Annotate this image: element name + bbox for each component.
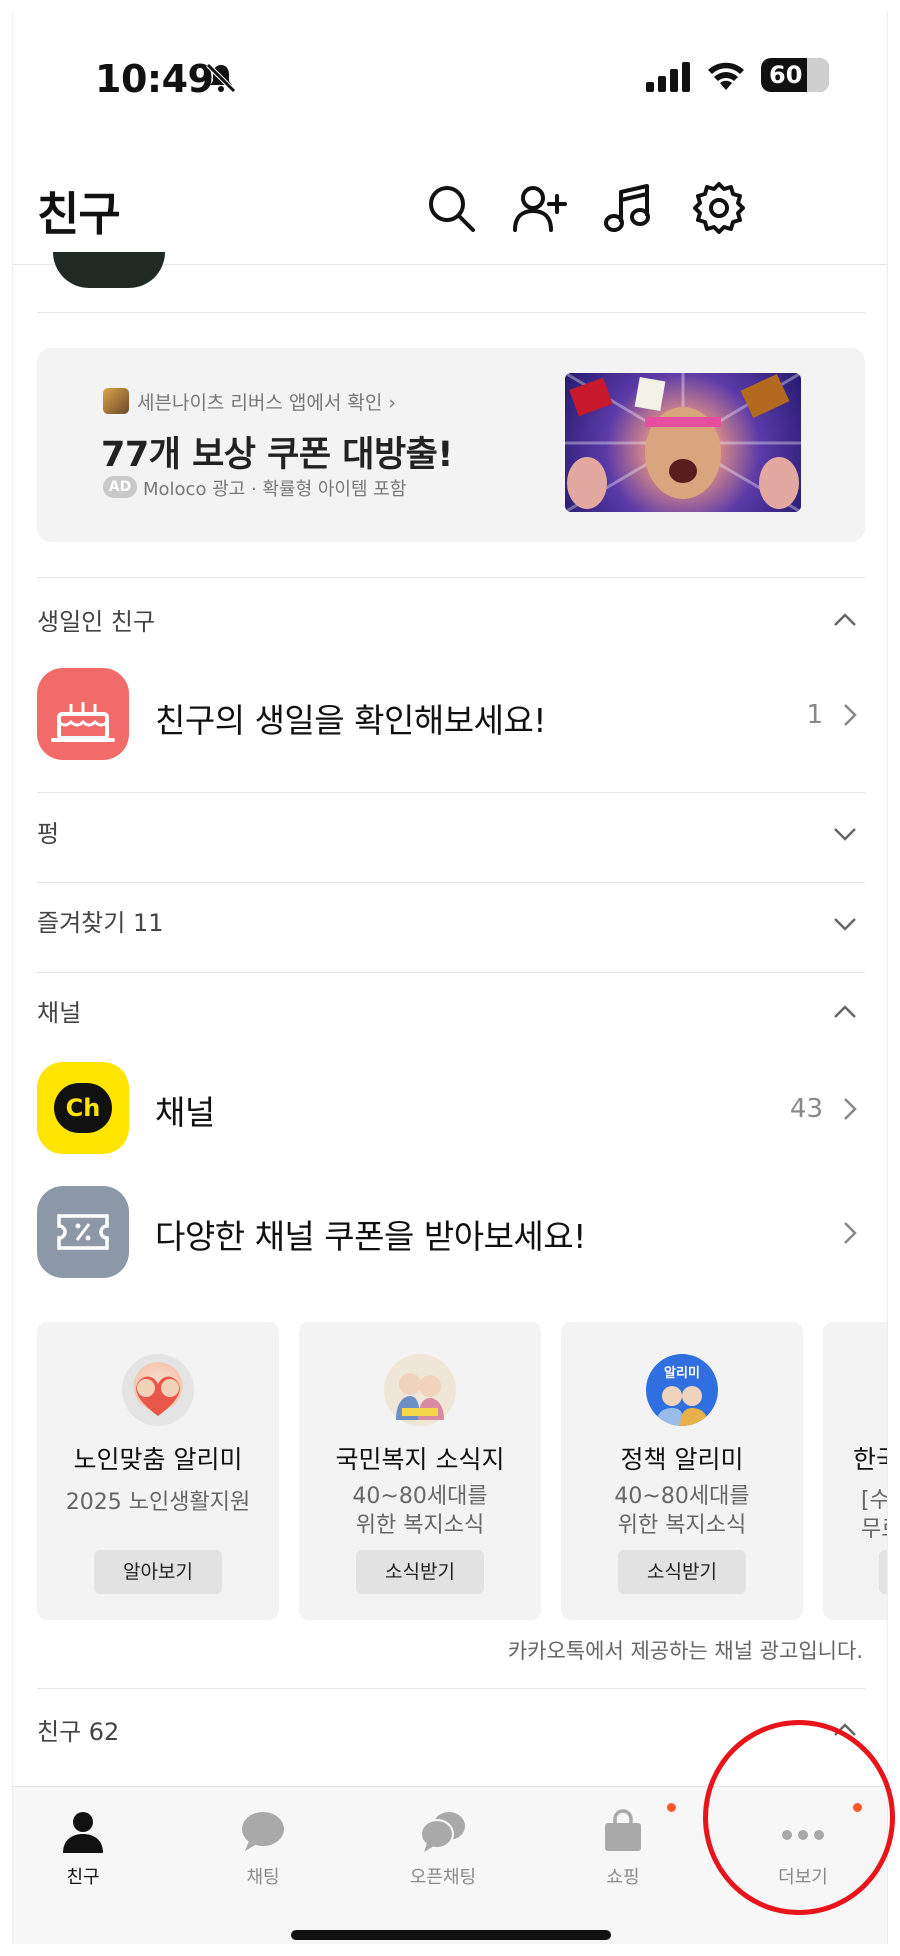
coupon-row-text[interactable]: 다양한 채널 쿠폰을 받아보세요!: [155, 1210, 586, 1258]
card-action-button[interactable]: 소식받기: [356, 1550, 484, 1594]
tab-label: 친구: [66, 1867, 100, 1888]
section-title-friends: 친구 62: [37, 1718, 120, 1746]
card-name: 한국: [853, 1445, 887, 1474]
card-name: 정책 알리미: [620, 1445, 744, 1474]
card-desc: 40~80세대를: [352, 1484, 488, 1509]
tab-label: 채팅: [246, 1867, 280, 1888]
battery-indicator: 60: [761, 58, 829, 92]
ad-title[interactable]: 77개 보상 쿠폰 대방출!: [101, 426, 453, 477]
chevron-down-icon[interactable]: [831, 914, 859, 934]
divider: [37, 312, 865, 313]
channel-card[interactable]: 알리미 정책 알리미 40~80세대를 위한 복지소식 소식받기: [561, 1322, 803, 1620]
card-action-button[interactable]: 알아보기: [94, 1550, 222, 1594]
new-badge-dot: [667, 1803, 676, 1812]
open-chat-icon: [420, 1812, 465, 1852]
card-desc: 2025 노인생활지원: [65, 1490, 251, 1515]
card-desc: [수: [861, 1488, 888, 1513]
chevron-up-icon[interactable]: [831, 610, 859, 630]
section-title-birthday: 생일인 친구: [37, 608, 156, 636]
card-action-button[interactable]: [879, 1550, 887, 1594]
channel-ad-note: 카카오톡에서 제공하는 채널 광고입니다.: [507, 1639, 863, 1663]
tab-chats[interactable]: 채팅: [193, 1787, 333, 1927]
ad-disclosure: Moloco 광고 · 확률형 아이템 포함: [143, 479, 407, 500]
channel-card-image: [122, 1354, 194, 1426]
tab-friends[interactable]: 친구: [13, 1787, 153, 1927]
channel-card-image: [384, 1354, 456, 1426]
channel-card[interactable]: 국민복지 소식지 40~80세대를 위한 복지소식 소식받기: [299, 1322, 541, 1620]
cellular-signal-icon: [646, 62, 690, 92]
ad-image[interactable]: [565, 373, 801, 512]
birthday-cake-icon: [37, 668, 129, 760]
birthday-count: 1: [806, 700, 823, 730]
channel-card-image: 알리미: [646, 1354, 718, 1426]
card-desc: 무료: [861, 1517, 887, 1542]
section-title-favorites[interactable]: 즐겨찾기 11: [37, 903, 164, 938]
section-title-pung[interactable]: 펑: [37, 814, 59, 849]
card-desc: 위한 복지소식: [355, 1513, 485, 1538]
profile-avatar-partial[interactable]: [53, 252, 165, 288]
card-desc: 위한 복지소식: [617, 1513, 747, 1538]
game-app-icon: [103, 388, 129, 414]
card-action-button[interactable]: 소식받기: [618, 1550, 746, 1594]
highlight-circle-annotation: [703, 1720, 895, 1915]
tab-label: 쇼핑: [606, 1867, 640, 1888]
person-icon: [63, 1812, 103, 1853]
chevron-right-icon[interactable]: [841, 1220, 859, 1246]
home-indicator[interactable]: [291, 1930, 611, 1940]
birthday-row-text[interactable]: 친구의 생일을 확인해보세요!: [155, 694, 547, 742]
wifi-icon: [708, 62, 744, 90]
channel-row-label[interactable]: 채널: [155, 1086, 215, 1134]
chevron-up-icon[interactable]: [831, 1002, 859, 1022]
settings-gear-icon[interactable]: [691, 180, 747, 236]
channel-logo-text: Ch: [54, 1083, 112, 1133]
divider: [37, 1688, 865, 1689]
app-screen: 10:49 60 친구 세븐나이츠 리버스 앱에서 확인 › 77개 보상 쿠폰…: [12, 12, 888, 1944]
card-desc: 40~80세대를: [614, 1484, 750, 1509]
section-title-channel: 채널: [37, 999, 82, 1027]
ad-badge: AD: [103, 476, 137, 498]
tab-open-chat[interactable]: 오픈채팅: [373, 1787, 513, 1927]
tab-label: 오픈채팅: [409, 1867, 477, 1888]
divider: [37, 792, 865, 793]
card-name: 국민복지 소식지: [335, 1445, 505, 1474]
chevron-right-icon[interactable]: [841, 1096, 859, 1122]
tab-shopping[interactable]: 쇼핑: [553, 1787, 693, 1927]
divider: [37, 577, 865, 578]
coupon-ticket-icon: [37, 1186, 129, 1278]
kakao-channel-logo: Ch: [37, 1062, 129, 1154]
chevron-right-icon[interactable]: [841, 702, 859, 728]
channel-card-partial[interactable]: 한국 [수 무료: [823, 1322, 888, 1620]
chat-bubble-icon: [242, 1812, 284, 1851]
divider: [37, 972, 865, 973]
ad-source-link[interactable]: 세븐나이츠 리버스 앱에서 확인 ›: [137, 388, 396, 415]
status-time: 10:49: [95, 57, 214, 101]
silent-bell-icon: [206, 63, 236, 93]
page-title: 친구: [37, 187, 121, 241]
channel-card[interactable]: 노인맞춤 알리미 2025 노인생활지원 알아보기: [37, 1322, 279, 1620]
add-friend-icon[interactable]: [511, 180, 567, 236]
search-icon[interactable]: [423, 180, 479, 236]
music-icon[interactable]: [601, 180, 657, 236]
divider: [37, 882, 865, 883]
shopping-bag-icon: [605, 1809, 641, 1851]
card-name: 노인맞춤 알리미: [73, 1445, 243, 1474]
chevron-down-icon[interactable]: [831, 824, 859, 844]
channel-count: 43: [789, 1094, 823, 1124]
